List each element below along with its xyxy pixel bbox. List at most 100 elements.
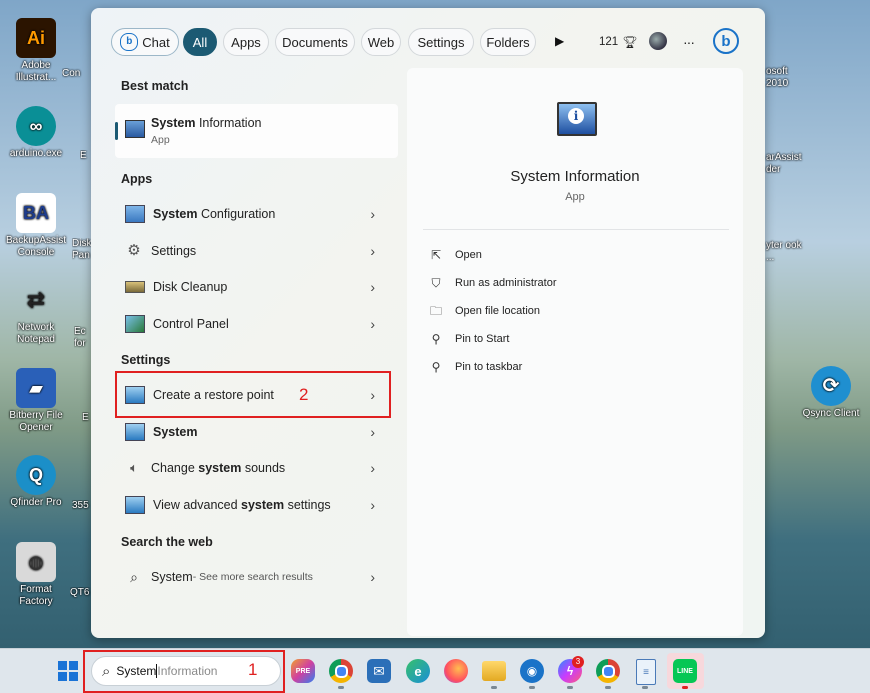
rewards-points[interactable]: 121 🏆︎: [599, 35, 637, 49]
desktop-icon-qfinder[interactable]: Q Qfinder Pro: [5, 455, 67, 509]
desktop-icon-label: QT6: [70, 587, 90, 598]
app-item-system-configuration[interactable]: System Configuration ›: [115, 197, 391, 231]
filter-all[interactable]: All: [183, 28, 217, 56]
annotation-number-1: 1: [248, 660, 258, 679]
desktop-icon-partial[interactable]: Ec for: [74, 326, 92, 350]
preview-type: App: [565, 191, 585, 203]
notepad-icon[interactable]: ≡: [636, 659, 656, 685]
pin-icon: ⚲: [431, 360, 441, 374]
action-label: Open: [455, 249, 482, 261]
line-icon[interactable]: LINE: [673, 659, 697, 683]
mail-icon[interactable]: ✉: [367, 659, 391, 683]
desktop-icon-partial[interactable]: arAssist der: [766, 152, 806, 176]
qfinder-icon: Q: [16, 455, 56, 495]
search-input[interactable]: ⌕ System Information 1: [91, 656, 281, 686]
avatar[interactable]: [649, 32, 667, 50]
network-notepad-icon: ⇄: [26, 287, 46, 312]
desktop-icon-partial[interactable]: osoft 2010: [766, 66, 800, 90]
desktop-icon-network-notepad[interactable]: ⇄ Network Notepad: [5, 280, 67, 346]
line-icon-label: LINE: [677, 667, 693, 675]
desktop-icon-bitberry[interactable]: ▰ Bitberry File Opener: [5, 368, 67, 434]
setting-label: View advanced system settings: [153, 498, 331, 512]
desktop-icon-arduino[interactable]: ∞ arduino.exe: [5, 106, 67, 160]
running-indicator: [529, 686, 535, 689]
chrome-icon[interactable]: [596, 659, 620, 683]
filter-apps[interactable]: Apps: [223, 28, 269, 56]
file-explorer-icon[interactable]: [482, 661, 506, 681]
bitberry-icon: ▰: [16, 368, 56, 408]
desktop-icon-qsync[interactable]: ⟳ Qsync Client: [798, 366, 864, 420]
action-label: Pin to taskbar: [455, 361, 523, 373]
desktop-icon-label: Disk Pan: [72, 238, 92, 261]
desktop-icon-label: Qfinder Pro: [10, 497, 62, 508]
action-run-as-administrator[interactable]: ⛉ Run as administrator: [429, 273, 556, 293]
desktop-icon-label: Adobe Illustrat...: [15, 60, 57, 83]
desktop-icon-partial[interactable]: Con: [62, 68, 92, 80]
info-badge-icon: i: [568, 108, 584, 124]
setting-item-system[interactable]: System ›: [115, 415, 391, 449]
setting-item-create-restore-point[interactable]: Create a restore point 2 ›: [115, 378, 391, 412]
filter-web[interactable]: Web: [361, 28, 401, 56]
filter-chat[interactable]: b Chat: [111, 28, 179, 56]
desktop-icon-label: E: [80, 150, 87, 161]
chrome-icon[interactable]: [329, 659, 353, 683]
desktop-icon-label: Qsync Client: [802, 408, 860, 419]
rewards-points-value: 121: [599, 36, 619, 48]
desktop-icon-label: Con: [62, 68, 81, 79]
setting-label-pre: Change: [151, 461, 199, 475]
copilot-preview-icon[interactable]: PRE: [291, 659, 315, 683]
desktop-icon-partial[interactable]: 355: [72, 500, 92, 512]
filter-folders[interactable]: Folders: [480, 28, 536, 56]
desktop-icon-partial[interactable]: Disk Pan: [72, 238, 92, 262]
bing-icon[interactable]: b: [713, 28, 739, 54]
setting-item-view-advanced-system-settings[interactable]: View advanced system settings ›: [115, 488, 391, 522]
firefox-icon[interactable]: [444, 659, 468, 683]
preview-pane: i System Information App ⇱ Open ⛉ Run as a…: [407, 68, 743, 636]
desktop-icon-format-factory[interactable]: ◍ Format Factory: [5, 542, 67, 608]
action-pin-to-start[interactable]: ⚲ Pin to Start: [429, 329, 510, 349]
web-search-item[interactable]: ⌕ System - See more search results ›: [115, 560, 391, 594]
setting-label-bold: system: [198, 461, 242, 475]
app-item-control-panel[interactable]: Control Panel ›: [115, 307, 391, 341]
setting-item-change-system-sounds[interactable]: 🔈︎ Change system sounds ›: [115, 451, 391, 485]
edge-icon[interactable]: e: [406, 659, 430, 683]
more-filters-play-icon[interactable]: ▶: [555, 34, 564, 48]
desktop-icon-partial[interactable]: QT6: [70, 587, 92, 599]
more-options-icon[interactable]: ···: [683, 34, 695, 50]
start-button-windows-icon[interactable]: [58, 661, 78, 681]
app-item-settings[interactable]: ⚙ Settings ›: [115, 234, 391, 268]
desktop-icon-partial[interactable]: yter ook ...: [766, 240, 806, 264]
desktop-icon-label: 355: [72, 500, 89, 511]
desktop-icon-label: arAssist der: [766, 152, 802, 175]
action-open-file-location[interactable]: 🗀 Open file location: [429, 301, 540, 321]
search-icon: ⌕: [130, 569, 138, 585]
advanced-icon: [125, 496, 145, 514]
format-factory-icon: ◍: [16, 542, 56, 582]
setting-label-pre: View advanced: [153, 498, 242, 512]
chevron-right-icon: ›: [370, 316, 375, 332]
desktop-icon-label: E: [82, 412, 89, 423]
illustrator-icon: Ai: [16, 18, 56, 58]
filter-documents[interactable]: Documents: [275, 28, 355, 56]
folder-icon: 🗀: [429, 304, 442, 318]
running-indicator: [605, 686, 611, 689]
chevron-right-icon: ›: [370, 460, 375, 476]
setting-label: Create a restore point: [153, 388, 274, 402]
preview-divider: [423, 229, 729, 230]
app-item-disk-cleanup[interactable]: Disk Cleanup ›: [115, 270, 391, 304]
taskbar: ⌕ System Information 1 PRE ✉ e ◉ ϟ 3 ≡ L…: [0, 648, 870, 693]
running-indicator: [642, 686, 648, 689]
desktop-icon-adobe-illustrator[interactable]: Ai Adobe Illustrat...: [5, 18, 67, 84]
app-circle-icon[interactable]: ◉: [520, 659, 544, 683]
action-open[interactable]: ⇱ Open: [429, 245, 482, 265]
app-label: Disk Cleanup: [153, 280, 228, 294]
chevron-right-icon: ›: [370, 279, 375, 295]
filter-settings[interactable]: Settings: [408, 28, 474, 56]
desktop-icon-backupassist[interactable]: BA BackupAssist Console: [5, 193, 67, 259]
filter-label: Apps: [231, 34, 261, 50]
arduino-icon: ∞: [16, 106, 56, 146]
best-match-item[interactable]: System Information App: [115, 104, 398, 158]
desktop-icon-label: Bitberry File Opener: [9, 410, 63, 433]
action-pin-to-taskbar[interactable]: ⚲ Pin to taskbar: [429, 357, 523, 377]
desktop-icon-label: arduino.exe: [9, 148, 63, 159]
